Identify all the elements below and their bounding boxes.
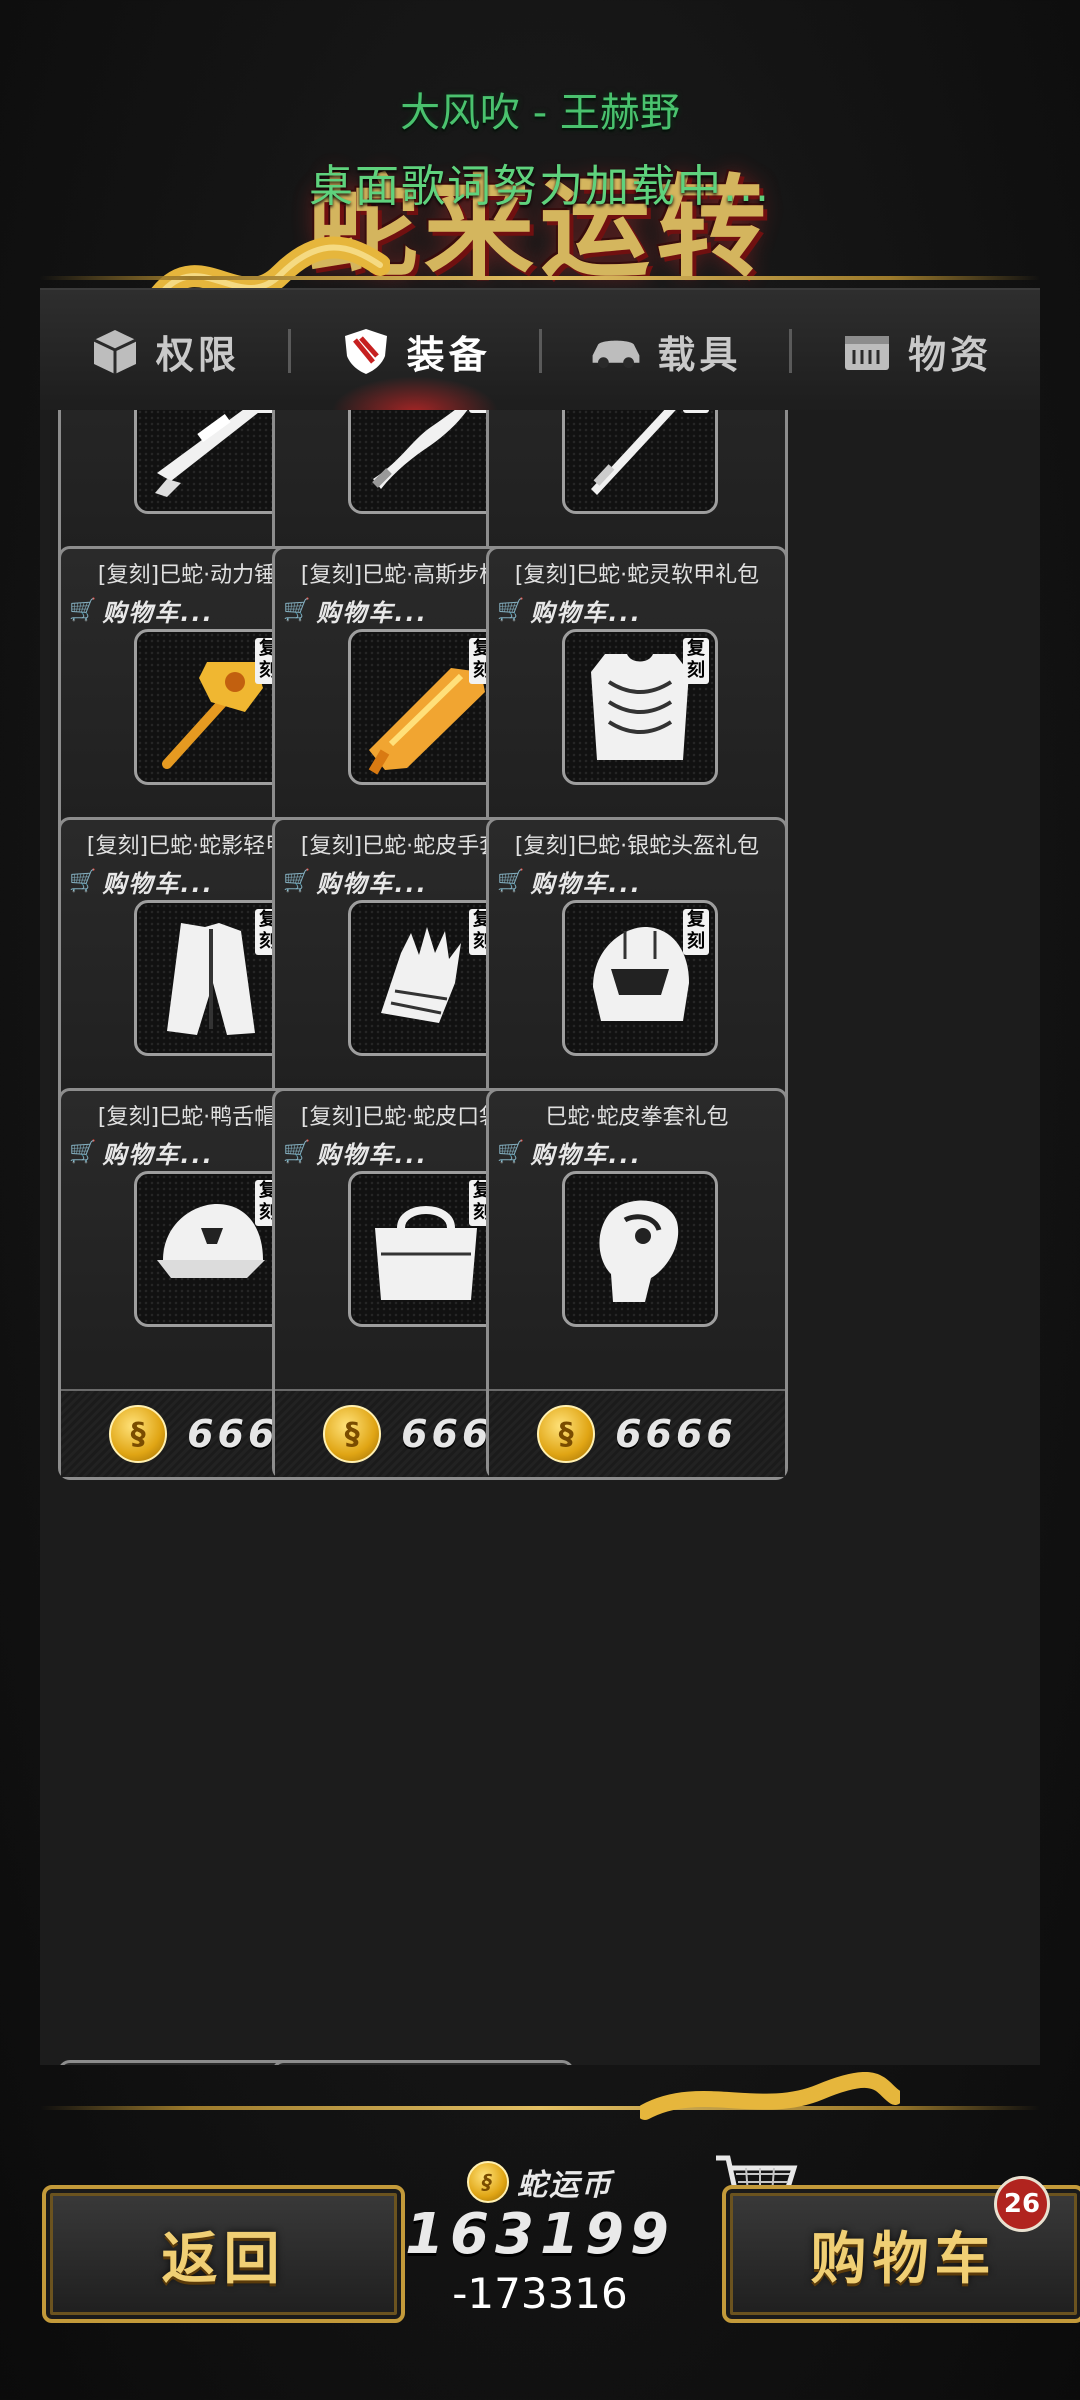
cart-label: 购物车... bbox=[530, 870, 642, 898]
shop-item-card-partial[interactable] bbox=[272, 2060, 574, 2065]
cart-label: 购物车... bbox=[530, 1141, 642, 1169]
item-image: 复刻 bbox=[562, 900, 718, 1056]
item-image: 复刻 bbox=[562, 629, 718, 785]
shopping-cart-icon: 🛒 bbox=[283, 1140, 313, 1165]
reissue-badge: 复刻 bbox=[683, 410, 709, 413]
tab-label: 载具 bbox=[657, 332, 742, 377]
currency-delta: -173316 bbox=[452, 2269, 628, 2318]
tab-label: 物资 bbox=[908, 332, 993, 377]
price-bar: § 6666 bbox=[489, 1389, 785, 1477]
item-name: [复刻]巳蛇·银蛇头盔礼包 bbox=[514, 834, 760, 859]
item-image: 复刻 bbox=[348, 1171, 504, 1327]
item-image bbox=[562, 1171, 718, 1327]
add-to-cart-link[interactable]: 🛒 购物车... bbox=[283, 593, 428, 628]
shopping-cart-icon: 🛒 bbox=[283, 869, 313, 894]
tab-label: 权限 bbox=[155, 332, 240, 377]
golden-snake-icon bbox=[640, 2072, 900, 2120]
back-button[interactable]: 返回 bbox=[42, 2185, 405, 2323]
desktop-lyric-status: 桌面歌词努力加载中... bbox=[309, 161, 771, 212]
item-image: 复刻 bbox=[348, 900, 504, 1056]
shopping-cart-icon: 🛒 bbox=[69, 1140, 99, 1165]
add-to-cart-link[interactable]: 🛒 购物车... bbox=[283, 1135, 428, 1170]
item-image: 复刻 bbox=[348, 629, 504, 785]
add-to-cart-link[interactable]: 🛒 购物车... bbox=[497, 864, 642, 899]
shopping-cart-icon: 🛒 bbox=[497, 1140, 527, 1165]
item-image: 复刻 bbox=[134, 1171, 290, 1327]
currency-label: 蛇运币 bbox=[517, 2168, 613, 2203]
item-image: 复刻 bbox=[348, 410, 504, 514]
add-to-cart-link[interactable]: 🛒 购物车... bbox=[69, 593, 214, 628]
reissue-badge: 复刻 bbox=[683, 638, 709, 684]
shopping-cart-icon: 🛒 bbox=[497, 869, 527, 894]
cart-label: 购物车... bbox=[530, 599, 642, 627]
cart-count-badge: 26 bbox=[994, 2176, 1050, 2232]
fang-blade-icon bbox=[372, 410, 468, 489]
item-price: 6666 bbox=[615, 1412, 737, 1456]
add-to-cart-link[interactable]: 🛒 购物车... bbox=[497, 593, 642, 628]
currency-balance: 163199 bbox=[405, 2202, 675, 2267]
category-tabs: 权限 装备 载具 物资 bbox=[40, 288, 1040, 412]
snake-coin-icon: § bbox=[323, 1405, 382, 1463]
song-title: 大风吹 - 王赫野 bbox=[400, 90, 680, 136]
item-grid: [复刻]巳蛇·巴雷特M82A1礼包🛒购物车...复刻§6666[复刻]巳蛇·毒牙… bbox=[40, 410, 1040, 2065]
cart-label: 购物车... bbox=[316, 599, 428, 627]
tab-permissions[interactable]: 权限 bbox=[40, 290, 288, 412]
add-to-cart-link[interactable]: 🛒 购物车... bbox=[69, 1135, 214, 1170]
currency-wallet: § 蛇运币 163199 -173316 bbox=[395, 2160, 685, 2318]
item-name: 巳蛇·蛇皮拳套礼包 bbox=[545, 1105, 729, 1130]
reissue-badge: 复刻 bbox=[683, 909, 709, 955]
fist-glove-icon bbox=[599, 1200, 679, 1302]
add-to-cart-link[interactable]: 🛒 购物车... bbox=[69, 864, 214, 899]
tab-equipment[interactable]: 装备 bbox=[291, 290, 539, 412]
snake-coin-icon: § bbox=[537, 1405, 596, 1463]
add-to-cart-link[interactable]: 🛒 购物车... bbox=[283, 864, 428, 899]
shield-icon bbox=[344, 329, 387, 374]
add-to-cart-link[interactable]: 🛒 购物车... bbox=[497, 1135, 642, 1170]
cart-label: 购物车... bbox=[316, 870, 428, 898]
tang-sword-icon bbox=[591, 410, 676, 495]
sniper-rifle-icon bbox=[155, 410, 262, 497]
snake-coin-icon: § bbox=[467, 2161, 509, 2203]
header-divider bbox=[40, 276, 1040, 280]
tab-supplies[interactable]: 物资 bbox=[792, 290, 1040, 412]
shopping-cart-icon: 🛒 bbox=[69, 598, 99, 623]
shopping-cart-icon: 🛒 bbox=[69, 869, 99, 894]
item-image: 复刻 bbox=[562, 410, 718, 514]
crate-icon bbox=[845, 336, 890, 370]
item-image: 复刻 bbox=[134, 900, 290, 1056]
cart-label: 购物车... bbox=[102, 1141, 214, 1169]
shopping-cart-icon: 🛒 bbox=[283, 598, 313, 623]
item-name: [复刻]巳蛇·蛇灵软甲礼包 bbox=[514, 563, 760, 588]
box-icon bbox=[93, 330, 137, 374]
tab-label: 装备 bbox=[406, 332, 491, 377]
item-image: 复刻 bbox=[134, 629, 290, 785]
snake-coin-icon: § bbox=[109, 1405, 168, 1463]
item-image: 复刻 bbox=[134, 410, 290, 514]
shopping-cart-icon: 🛒 bbox=[497, 598, 527, 623]
cart-label: 购物车... bbox=[102, 599, 214, 627]
cart-label: 购物车... bbox=[102, 870, 214, 898]
shop-item-card[interactable]: 巳蛇·蛇皮拳套礼包 🛒 购物车... § 6666 bbox=[486, 1088, 788, 1480]
car-icon bbox=[592, 340, 640, 369]
tab-vehicles[interactable]: 载具 bbox=[542, 290, 790, 412]
cart-label: 购物车... bbox=[316, 1141, 428, 1169]
